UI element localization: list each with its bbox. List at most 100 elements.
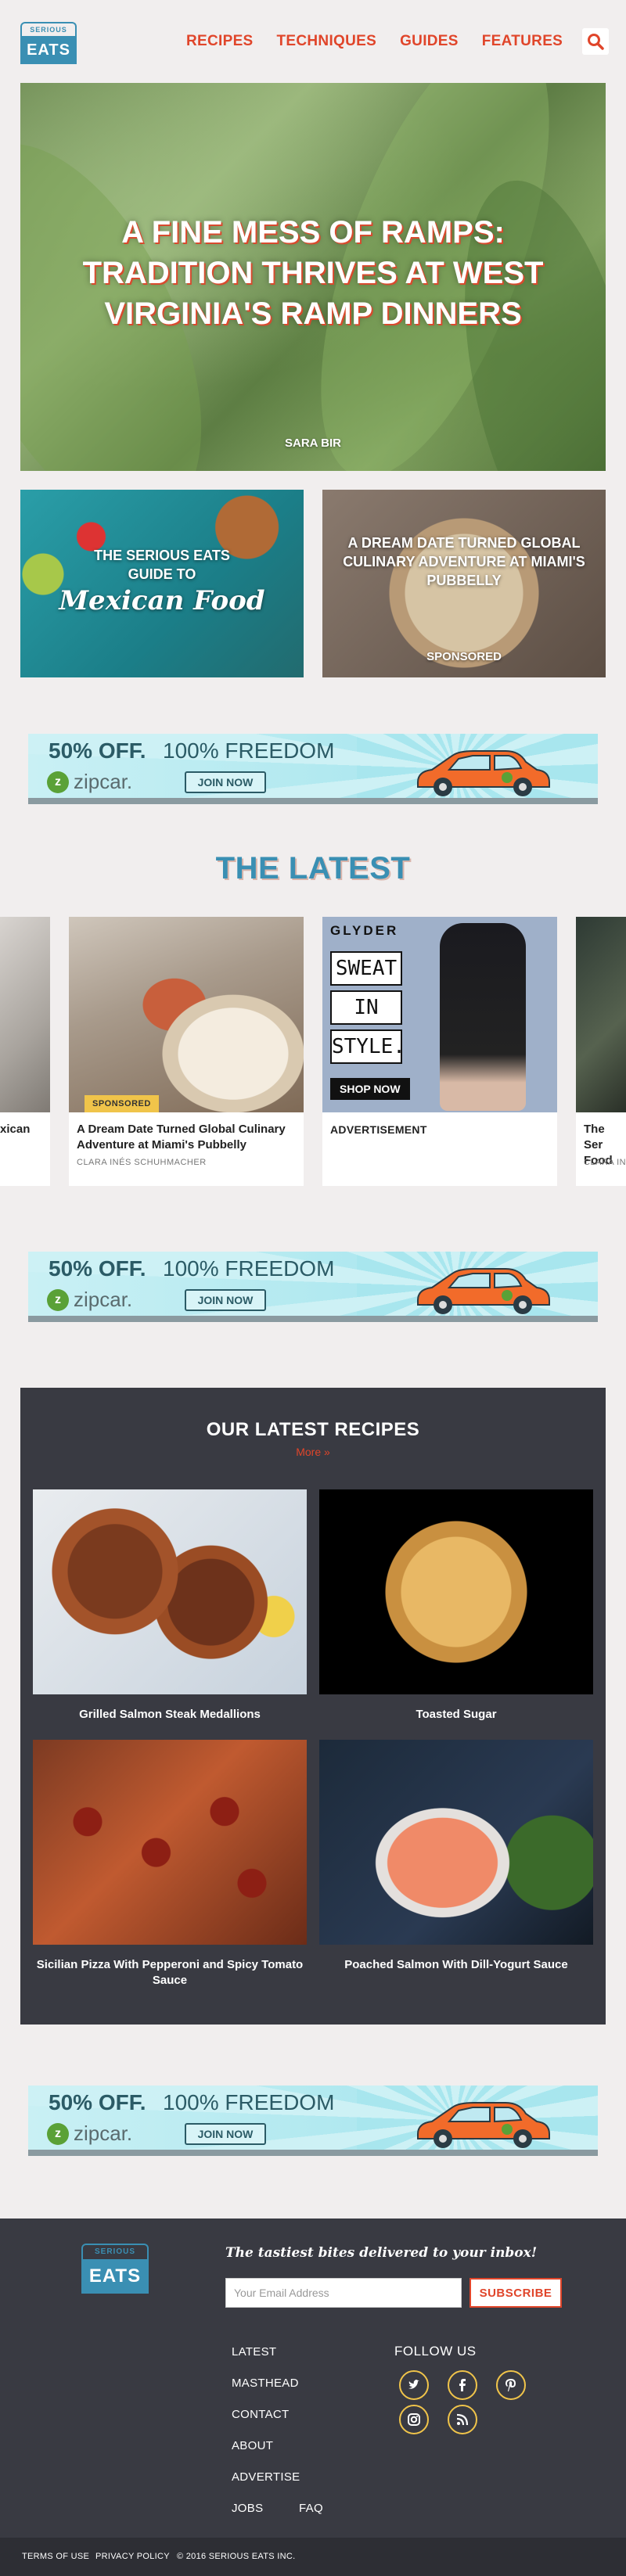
ad-slogan-word: IN bbox=[330, 990, 402, 1025]
ad-bottom-bar bbox=[28, 2150, 598, 2156]
recipe-caption[interactable]: Toasted Sugar bbox=[319, 1707, 593, 1723]
ad-join-now-button[interactable]: JOIN NOW bbox=[185, 1289, 266, 1311]
ad-join-now-button[interactable]: JOIN NOW bbox=[185, 771, 266, 793]
car-icon bbox=[417, 750, 550, 796]
footer-link-faq[interactable]: FAQ bbox=[299, 2502, 323, 2515]
newsletter-email-input[interactable] bbox=[225, 2278, 462, 2308]
feature-guide-script: Mexican Food bbox=[59, 585, 265, 616]
card-title[interactable]: A Dream Date Turned Global Culinary Adve… bbox=[77, 1122, 296, 1153]
latest-card-partial-left[interactable]: xican bbox=[0, 917, 50, 1186]
footer-logo[interactable]: SERIOUS EATS bbox=[81, 2244, 149, 2294]
terms-of-use-link[interactable]: TERMS OF USE bbox=[22, 2552, 89, 2561]
hero-feature[interactable]: A FINE MESS OF RAMPS: TRADITION THRIVES … bbox=[20, 83, 606, 471]
card-author: CLARA INÉ bbox=[584, 1158, 626, 1167]
rss-icon bbox=[456, 2413, 469, 2426]
ad-discount-text: 50% OFF. bbox=[49, 2090, 146, 2114]
footer-link-about[interactable]: ABOUT bbox=[232, 2439, 273, 2452]
car-icon bbox=[417, 2102, 550, 2148]
ad-freedom-text: 100% FREEDOM bbox=[163, 2090, 335, 2114]
recipe-card[interactable]: Poached Salmon With Dill-Yogurt Sauce bbox=[319, 1740, 593, 1973]
zipcar-ad-banner[interactable]: 50% OFF. 100% FREEDOM z zipcar. JOIN NOW bbox=[28, 734, 598, 804]
feature-pubbelly-title: A DREAM DATE TURNED GLOBAL CULINARY ADVE… bbox=[343, 535, 585, 588]
site-footer: SERIOUS EATS The tastiest bites delivere… bbox=[0, 2219, 626, 2576]
sponsored-badge: SPONSORED bbox=[85, 1095, 159, 1112]
footer-link-contact[interactable]: CONTACT bbox=[232, 2408, 289, 2421]
ad-brand: GLYDER bbox=[330, 923, 399, 938]
zipcar-logo: z zipcar. bbox=[47, 1288, 132, 1312]
nav-techniques[interactable]: TECHNIQUES bbox=[277, 33, 377, 50]
facebook-icon bbox=[459, 2379, 466, 2391]
ad-join-now-button[interactable]: JOIN NOW bbox=[185, 2123, 266, 2145]
pinterest-link[interactable] bbox=[496, 2370, 526, 2400]
latest-recipes-panel: OUR LATEST RECIPES More » Grilled Salmon… bbox=[20, 1388, 606, 2025]
nav-recipes[interactable]: RECIPES bbox=[186, 33, 254, 50]
recipes-title: OUR LATEST RECIPES bbox=[206, 1419, 420, 1440]
follow-us-label: FOLLOW US bbox=[394, 2344, 477, 2359]
latest-card-advertisement[interactable]: GLYDER SWEAT IN STYLE. SHOP NOW ADVERTIS… bbox=[322, 917, 557, 1186]
site-logo[interactable]: SERIOUS EATS bbox=[20, 22, 77, 64]
footer-link-latest[interactable]: LATEST bbox=[232, 2345, 276, 2359]
ad-slogan-word: SWEAT bbox=[330, 951, 402, 986]
card-title: ADVERTISEMENT bbox=[330, 1123, 427, 1136]
facebook-link[interactable] bbox=[448, 2370, 477, 2400]
site-header: SERIOUS EATS RECIPES TECHNIQUES GUIDES F… bbox=[0, 0, 626, 78]
main-nav: RECIPES TECHNIQUES GUIDES FEATURES bbox=[186, 33, 586, 50]
footer-link-masthead[interactable]: MASTHEAD bbox=[232, 2377, 299, 2390]
zipcar-mark-icon: z bbox=[47, 1288, 69, 1311]
latest-carousel[interactable]: xican SPONSORED A Dream Date Turned Glob… bbox=[0, 904, 626, 1197]
logo-top-text: SERIOUS bbox=[81, 2244, 149, 2259]
ad-shop-now-button[interactable]: SHOP NOW bbox=[330, 1078, 410, 1100]
twitter-link[interactable] bbox=[399, 2370, 429, 2400]
copyright-text: © 2016 SERIOUS EATS INC. bbox=[177, 2552, 296, 2561]
hero-author: SARA BIR bbox=[285, 437, 341, 450]
recipe-caption[interactable]: Grilled Salmon Steak Medallions bbox=[33, 1707, 307, 1723]
recipes-more-link[interactable]: More » bbox=[20, 1446, 606, 1458]
feature-guide-line1: THE SERIOUS EATS bbox=[94, 548, 230, 563]
twitter-icon bbox=[408, 2380, 419, 2389]
card-image bbox=[576, 917, 626, 1112]
feature-mexican-food-guide[interactable]: THE SERIOUS EATS GUIDE TO Mexican Food bbox=[20, 490, 304, 677]
recipe-caption[interactable]: Sicilian Pizza With Pepperoni and Spicy … bbox=[33, 1957, 307, 1989]
feature-pubbelly-sponsored[interactable]: A DREAM DATE TURNED GLOBAL CULINARY ADVE… bbox=[322, 490, 606, 677]
ad-discount-text: 50% OFF. bbox=[49, 1256, 146, 1281]
ad-bottom-bar bbox=[28, 1316, 598, 1322]
card-title: xican bbox=[0, 1123, 31, 1136]
card-author: CLARA INÉS SCHUHMACHER bbox=[77, 1158, 207, 1167]
ad-slogan: SWEAT IN STYLE. bbox=[330, 951, 405, 1069]
latest-section-title: THE LATEST bbox=[215, 851, 411, 886]
footer-link-jobs[interactable]: JOBS bbox=[232, 2502, 263, 2515]
privacy-policy-link[interactable]: PRIVACY POLICY bbox=[95, 2552, 170, 2561]
instagram-icon bbox=[408, 2413, 420, 2426]
recipe-caption[interactable]: Poached Salmon With Dill-Yogurt Sauce bbox=[319, 1957, 593, 1973]
footer-legal-bar: TERMS OF USE PRIVACY POLICY © 2016 SERIO… bbox=[0, 2538, 626, 2576]
recipe-image bbox=[33, 1489, 307, 1694]
zipcar-mark-icon: z bbox=[47, 2122, 69, 2145]
ad-slogan-word: STYLE. bbox=[330, 1029, 405, 1064]
zipcar-ad-banner[interactable]: 50% OFF. 100% FREEDOM z zipcar. JOIN NOW bbox=[28, 1252, 598, 1322]
logo-top-text: SERIOUS bbox=[20, 22, 77, 36]
footer-link-advertise[interactable]: ADVERTISE bbox=[232, 2470, 300, 2484]
recipe-image bbox=[319, 1740, 593, 1945]
zipcar-mark-icon: z bbox=[47, 771, 69, 793]
zipcar-name: zipcar. bbox=[74, 1288, 133, 1311]
recipe-card[interactable]: Grilled Salmon Steak Medallions bbox=[33, 1489, 307, 1723]
subscribe-button[interactable]: SUBSCRIBE bbox=[470, 2278, 562, 2308]
search-icon bbox=[588, 34, 604, 50]
latest-card-pubbelly[interactable]: SPONSORED A Dream Date Turned Global Cul… bbox=[69, 917, 304, 1186]
zipcar-ad-banner[interactable]: 50% OFF. 100% FREEDOM z zipcar. JOIN NOW bbox=[28, 2086, 598, 2156]
rss-link[interactable] bbox=[448, 2405, 477, 2434]
sponsored-label: SPONSORED bbox=[426, 650, 502, 663]
instagram-link[interactable] bbox=[399, 2405, 429, 2434]
recipe-image bbox=[319, 1489, 593, 1694]
newsletter-tagline: The tastiest bites delivered to your inb… bbox=[225, 2245, 538, 2261]
latest-card-partial-right[interactable]: The Ser Food CLARA INÉ bbox=[576, 917, 626, 1186]
recipe-card[interactable]: Toasted Sugar bbox=[319, 1489, 593, 1723]
card-image bbox=[69, 917, 304, 1112]
search-button[interactable] bbox=[582, 28, 609, 55]
recipe-card[interactable]: Sicilian Pizza With Pepperoni and Spicy … bbox=[33, 1740, 307, 1989]
car-icon bbox=[417, 1268, 550, 1314]
nav-features[interactable]: FEATURES bbox=[482, 33, 563, 50]
hero-title[interactable]: A FINE MESS OF RAMPS: TRADITION THRIVES … bbox=[67, 212, 559, 334]
zipcar-name: zipcar. bbox=[74, 2122, 133, 2145]
nav-guides[interactable]: GUIDES bbox=[400, 33, 459, 50]
